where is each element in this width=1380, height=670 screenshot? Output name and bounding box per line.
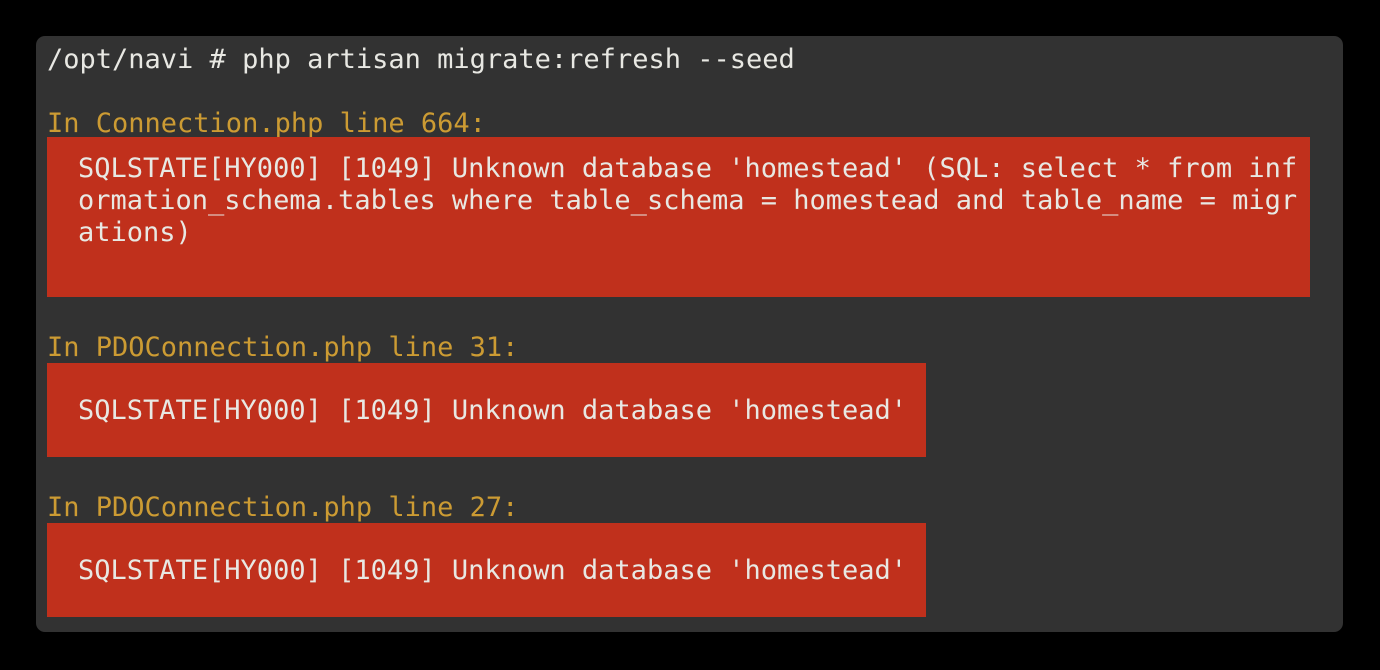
error-message-line: ations) [78, 217, 192, 248]
error-heading: In PDOConnection.php line 27: [47, 492, 519, 523]
error-heading: In Connection.php line 664: [47, 108, 486, 139]
terminal-window[interactable]: /opt/navi # php artisan migrate:refresh … [36, 36, 1343, 632]
error-block: SQLSTATE[HY000] [1049] Unknown database … [47, 363, 926, 457]
error-message-line: SQLSTATE[HY000] [1049] Unknown database … [78, 153, 1298, 184]
error-message-line: ormation_schema.tables where table_schem… [78, 185, 1298, 216]
terminal-output-area[interactable]: /opt/navi # php artisan migrate:refresh … [36, 36, 1343, 632]
error-message-line: SQLSTATE[HY000] [1049] Unknown database … [78, 555, 908, 586]
error-block: SQLSTATE[HY000] [1049] Unknown database … [47, 137, 1310, 297]
error-heading: In PDOConnection.php line 31: [47, 332, 519, 363]
command-prompt-line: /opt/navi # php artisan migrate:refresh … [47, 44, 795, 75]
error-message-line: SQLSTATE[HY000] [1049] Unknown database … [78, 395, 908, 426]
error-block: SQLSTATE[HY000] [1049] Unknown database … [47, 523, 926, 617]
